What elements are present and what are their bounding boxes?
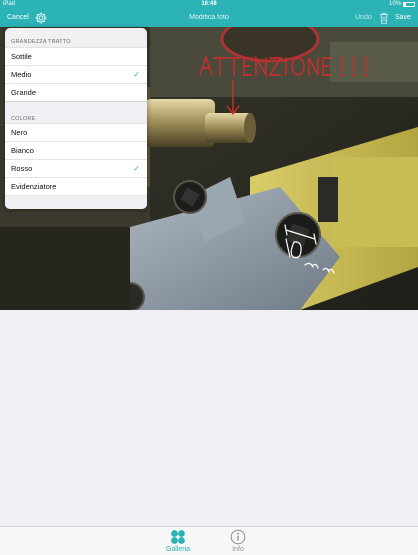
stroke-option-label: Sottile [11, 52, 32, 61]
popover-footer [5, 195, 147, 209]
gallery-icon [171, 530, 185, 544]
stroke-option-label: Medio [11, 70, 32, 79]
color-option-black[interactable]: Nero [5, 123, 147, 141]
status-bar: iPad 16:48 10% [0, 0, 418, 9]
tab-info[interactable]: Info [218, 529, 258, 553]
stroke-option-label: Grande [11, 88, 37, 97]
stroke-option-large[interactable]: Grande [5, 83, 147, 101]
empty-area [0, 310, 418, 526]
color-option-highlighter[interactable]: Evidenziatore [5, 177, 147, 195]
trash-icon[interactable] [379, 12, 389, 24]
stroke-option-medium[interactable]: Medio ✓ [5, 65, 147, 83]
color-option-label: Bianco [11, 146, 34, 155]
color-option-label: Evidenziatore [11, 182, 57, 191]
color-option-white[interactable]: Bianco [5, 141, 147, 159]
gear-icon[interactable] [34, 11, 48, 25]
tab-bar: Galleria Info [0, 526, 418, 555]
tab-info-label: Info [232, 546, 244, 553]
color-option-label: Rosso [11, 164, 33, 173]
info-icon [230, 529, 246, 545]
battery-status: 10% [389, 1, 415, 7]
checkmark-icon: ✓ [133, 70, 140, 79]
stroke-option-thin[interactable]: Sottile [5, 47, 147, 65]
color-option-label: Nero [11, 128, 28, 137]
color-header: COLORE [5, 101, 147, 123]
undo-button[interactable]: Undo [355, 14, 372, 21]
cancel-button[interactable]: Cancel [7, 14, 29, 21]
tab-gallery-label: Galleria [165, 546, 191, 553]
save-button[interactable]: Save [395, 14, 411, 21]
color-option-red[interactable]: Rosso ✓ [5, 159, 147, 177]
clock: 16:48 [201, 1, 217, 7]
battery-icon [403, 1, 415, 7]
stroke-size-header: GRANDEZZA TRATTO [11, 39, 71, 45]
checkmark-icon: ✓ [133, 164, 140, 173]
tab-gallery[interactable]: Galleria [158, 529, 198, 553]
battery-percent: 10% [388, 1, 401, 7]
pen-settings-popover: GRANDEZZA TRATTO Sottile Medio ✓ Grande … [5, 28, 147, 209]
nav-bar: Cancel Modifica foto Undo Save [0, 9, 418, 27]
